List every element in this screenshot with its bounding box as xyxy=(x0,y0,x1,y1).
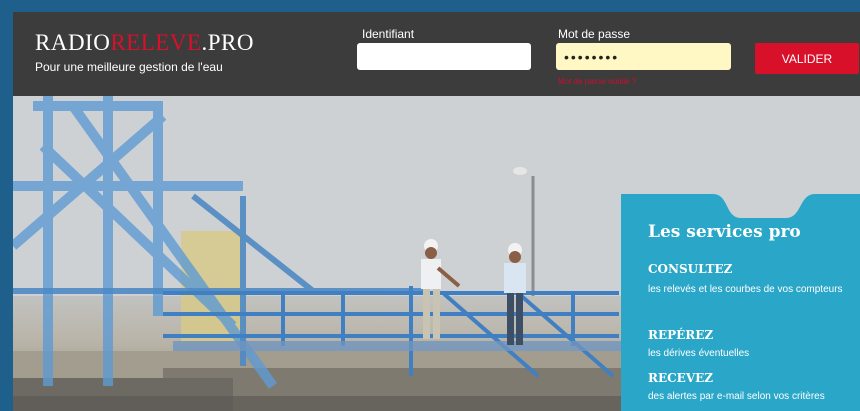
service-spot-text: les dérives éventuelles xyxy=(648,348,750,359)
service-receive-heading: RECEVEZ xyxy=(648,371,714,385)
service-spot-heading: REPÉREZ xyxy=(648,328,714,342)
logo-part-pro: .PRO xyxy=(201,30,254,55)
site-header: RADIORELEVE.PRO Pour une meilleure gesti… xyxy=(13,12,860,96)
username-label: Identifiant xyxy=(362,27,415,41)
logo-part-releve: RELEVE xyxy=(110,30,202,55)
service-receive-text: des alertes par e-mail selon vos critère… xyxy=(648,391,825,402)
services-panel: Les services pro CONSULTEZ les relevés e… xyxy=(621,194,860,411)
service-consult-text: les relevés et les courbes de vos compte… xyxy=(648,284,843,295)
password-label: Mot de passe xyxy=(558,27,631,41)
logo-part-radio: RADIO xyxy=(35,30,111,55)
site-tagline: Pour une meilleure gestion de l'eau xyxy=(35,60,223,74)
site-logo[interactable]: RADIORELEVE.PRO xyxy=(35,30,254,56)
service-consult-heading: CONSULTEZ xyxy=(648,262,733,276)
login-submit-button[interactable]: VALIDER xyxy=(755,43,859,74)
services-title: Les services pro xyxy=(648,222,801,242)
username-input[interactable] xyxy=(357,43,531,70)
forgot-password-link[interactable]: Mot de passe oublié ? xyxy=(558,77,636,86)
password-input[interactable] xyxy=(556,43,731,70)
